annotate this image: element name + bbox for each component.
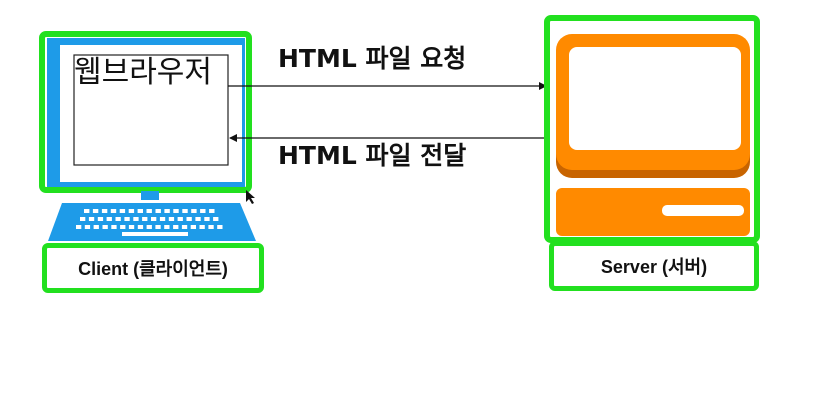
keyboard-key (173, 225, 179, 229)
server-caption-text: Server (서버) (600, 257, 708, 277)
keyboard-key (173, 209, 179, 213)
keyboard-key (76, 225, 82, 229)
keyboard-key (80, 217, 86, 221)
keyboard-key (111, 225, 117, 229)
response-label: HTML 파일 전달 (278, 141, 467, 170)
browser-label: 웹브라우저 (74, 55, 212, 90)
keyboard-spacebar (122, 232, 188, 236)
keyboard-key (119, 209, 126, 213)
keyboard-key (128, 209, 135, 213)
keyboard-key (115, 217, 121, 221)
keyboard-key (133, 217, 139, 221)
keyboard-key (200, 209, 206, 213)
server-drive-slot (662, 205, 744, 216)
keyboard-key (182, 209, 188, 213)
client-server-diagram: 웹브라우저 HTML 파일 요청 HTML 파일 전달 Client (클라이언… (0, 0, 821, 400)
keyboard-key (101, 209, 108, 213)
keyboard-key (208, 225, 214, 229)
keyboard-key (204, 217, 210, 221)
keyboard-key (84, 225, 91, 229)
keyboard-key (124, 217, 130, 221)
keyboard-key (97, 217, 104, 221)
keyboard-key (146, 209, 152, 213)
keyboard-key (84, 209, 90, 213)
server-caption: Server (서버) (549, 241, 759, 291)
mouse-cursor-icon (246, 190, 255, 204)
keyboard-key (186, 217, 192, 221)
keyboard-key (137, 225, 144, 229)
keyboard-key (168, 217, 175, 221)
keyboard-key (110, 209, 117, 213)
keyboard-key (128, 225, 135, 229)
server-top-screen (569, 47, 741, 150)
keyboard-key (137, 209, 143, 213)
keyboard-key (93, 225, 99, 229)
client-caption-text: Client (클라이언트) (78, 259, 228, 279)
keyboard-key (213, 217, 219, 221)
keyboard-key (177, 217, 183, 221)
keyboard-key (191, 209, 197, 213)
keyboard-key (195, 217, 201, 221)
client-monitor-stand (141, 191, 159, 200)
keyboard-key (190, 225, 196, 229)
keyboard-key (151, 217, 157, 221)
keyboard-key (164, 209, 170, 213)
keyboard-key (209, 209, 215, 213)
keyboard-key (102, 225, 108, 229)
keyboard-key (181, 225, 188, 229)
keyboard-key (106, 217, 112, 221)
keyboard-key (164, 225, 170, 229)
keyboard-key (92, 209, 99, 213)
keyboard-key (199, 225, 205, 229)
keyboard-key (142, 217, 148, 221)
keyboard-key (155, 225, 161, 229)
keyboard-key (120, 225, 126, 229)
client-caption: Client (클라이언트) (42, 243, 264, 293)
request-label: HTML 파일 요청 (278, 44, 467, 73)
keyboard-key (146, 225, 152, 229)
keyboard-key (155, 209, 161, 213)
keyboard-key (88, 217, 95, 221)
keyboard-key (159, 217, 166, 221)
server-computer (544, 15, 760, 243)
keyboard-key (217, 225, 223, 229)
